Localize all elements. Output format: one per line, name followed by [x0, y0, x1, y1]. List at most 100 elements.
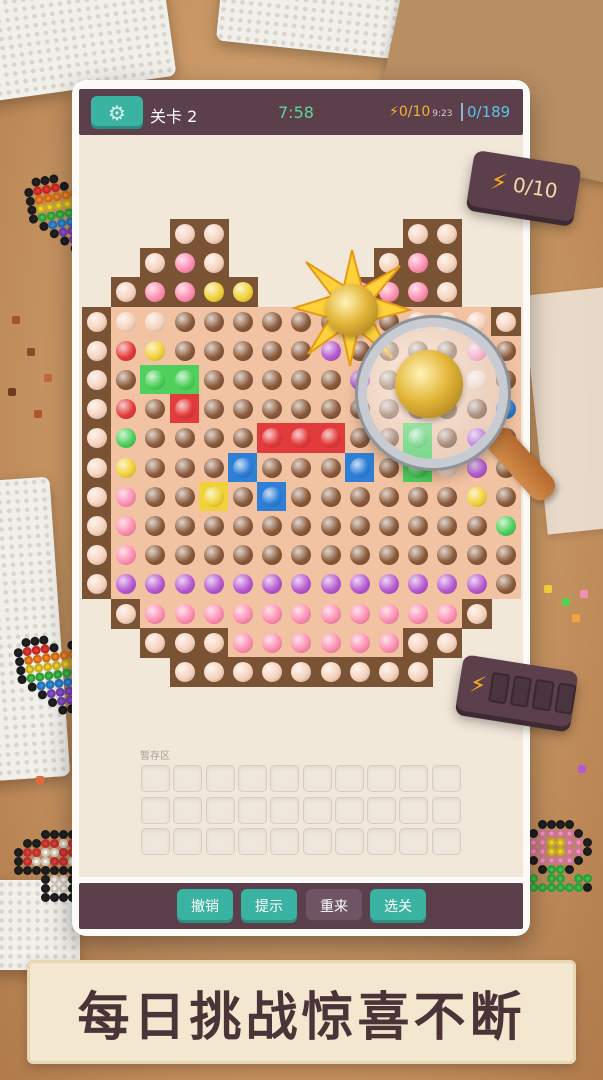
stash-slot[interactable]	[399, 796, 429, 824]
bead-cell[interactable]	[403, 598, 434, 629]
bead-cell[interactable]	[315, 598, 346, 629]
bead-cell[interactable]	[169, 540, 200, 571]
bead-cell[interactable]	[374, 540, 404, 571]
stash-slot[interactable]	[237, 796, 267, 824]
bead-cell[interactable]	[140, 540, 171, 571]
bead-cell[interactable]	[228, 423, 258, 454]
bead-cell[interactable]	[198, 306, 229, 337]
bead-cell[interactable]	[432, 627, 463, 658]
bead-cell[interactable]	[315, 511, 346, 541]
undo-button[interactable]: 撤销	[177, 889, 233, 923]
bead-cell[interactable]	[374, 627, 404, 658]
bead-cell[interactable]	[286, 657, 317, 687]
bead-cell[interactable]	[257, 511, 288, 541]
bead-cell[interactable]	[257, 569, 288, 600]
bead-cell[interactable]	[111, 452, 142, 483]
bead-cell[interactable]	[228, 365, 258, 395]
bead-cell[interactable]	[82, 306, 112, 337]
bead-cell[interactable]	[111, 540, 142, 571]
bead-cell[interactable]	[315, 481, 346, 512]
bead-cell[interactable]	[111, 511, 142, 541]
bead-cell[interactable]	[374, 598, 404, 629]
bead-cell[interactable]	[228, 657, 258, 687]
bead-cell[interactable]	[257, 394, 288, 425]
stash-slot[interactable]	[367, 796, 397, 824]
bead-cell[interactable]	[198, 657, 229, 687]
stash-slot[interactable]	[173, 765, 203, 792]
bead-cell[interactable]	[82, 365, 112, 395]
bead-cell[interactable]	[257, 423, 288, 454]
bead-cell[interactable]	[228, 452, 258, 483]
bead-cell[interactable]	[228, 540, 258, 571]
hint-button[interactable]: 提示	[241, 889, 297, 923]
bead-cell[interactable]	[344, 598, 375, 629]
bead-cell[interactable]	[111, 423, 142, 454]
bead-cell[interactable]	[198, 511, 229, 541]
stash-slot[interactable]	[141, 796, 170, 824]
settings-button[interactable]: ⚙	[91, 96, 143, 129]
bead-cell[interactable]	[432, 277, 463, 308]
bead-cell[interactable]	[140, 335, 171, 366]
bead-cell[interactable]	[140, 248, 171, 279]
bead-cell[interactable]	[344, 511, 375, 541]
bead-cell[interactable]	[490, 306, 521, 337]
bead-cell[interactable]	[198, 335, 229, 366]
bead-cell[interactable]	[82, 569, 112, 600]
bead-cell[interactable]	[169, 306, 200, 337]
bead-cell[interactable]	[228, 277, 258, 308]
stash-slot[interactable]	[173, 796, 203, 824]
bead-cell[interactable]	[461, 511, 492, 541]
bead-cell[interactable]	[82, 394, 112, 425]
bead-cell[interactable]	[432, 219, 463, 249]
bead-cell[interactable]	[111, 277, 142, 308]
bead-cell[interactable]	[432, 540, 463, 571]
bead-cell[interactable]	[82, 511, 112, 541]
bead-cell[interactable]	[111, 569, 142, 600]
bead-cell[interactable]	[286, 598, 317, 629]
bead-cell[interactable]	[344, 627, 375, 658]
bead-cell[interactable]	[286, 511, 317, 541]
bead-cell[interactable]	[257, 335, 288, 366]
bead-cell[interactable]	[403, 569, 434, 600]
bead-cell[interactable]	[140, 365, 171, 395]
bead-cell[interactable]	[344, 569, 375, 600]
stash-slot[interactable]	[302, 828, 332, 855]
bead-cell[interactable]	[403, 481, 434, 512]
bead-cell[interactable]	[198, 452, 229, 483]
bead-cell[interactable]	[286, 423, 317, 454]
stash-slot[interactable]	[141, 828, 170, 855]
bead-cell[interactable]	[461, 569, 492, 600]
bead-cell[interactable]	[315, 452, 346, 483]
stash-slot[interactable]	[205, 765, 235, 792]
bead-cell[interactable]	[344, 481, 375, 512]
stash-slot[interactable]	[173, 828, 203, 855]
bead-cell[interactable]	[432, 481, 463, 512]
bead-cell[interactable]	[374, 481, 404, 512]
bead-cell[interactable]	[169, 452, 200, 483]
bead-cell[interactable]	[315, 540, 346, 571]
bead-cell[interactable]	[140, 569, 171, 600]
stash-slot[interactable]	[270, 796, 300, 824]
bead-cell[interactable]	[315, 394, 346, 425]
bead-cell[interactable]	[198, 219, 229, 249]
bead-cell[interactable]	[111, 365, 142, 395]
bead-cell[interactable]	[461, 540, 492, 571]
bead-cell[interactable]	[403, 511, 434, 541]
stash-slot[interactable]	[399, 765, 429, 792]
bead-cell[interactable]	[432, 248, 463, 279]
bead-cell[interactable]	[169, 365, 200, 395]
bead-cell[interactable]	[140, 511, 171, 541]
stash-slot[interactable]	[141, 765, 170, 792]
stash-slot[interactable]	[431, 796, 461, 824]
bead-cell[interactable]	[461, 598, 492, 629]
bead-cell[interactable]	[140, 598, 171, 629]
bead-cell[interactable]	[82, 423, 112, 454]
bead-cell[interactable]	[82, 452, 112, 483]
bead-cell[interactable]	[257, 452, 288, 483]
bead-cell[interactable]	[140, 627, 171, 658]
stash-slot[interactable]	[334, 828, 364, 855]
bead-cell[interactable]	[228, 569, 258, 600]
bead-cell[interactable]	[169, 248, 200, 279]
bead-cell[interactable]	[461, 481, 492, 512]
stash-slot[interactable]	[302, 796, 332, 824]
